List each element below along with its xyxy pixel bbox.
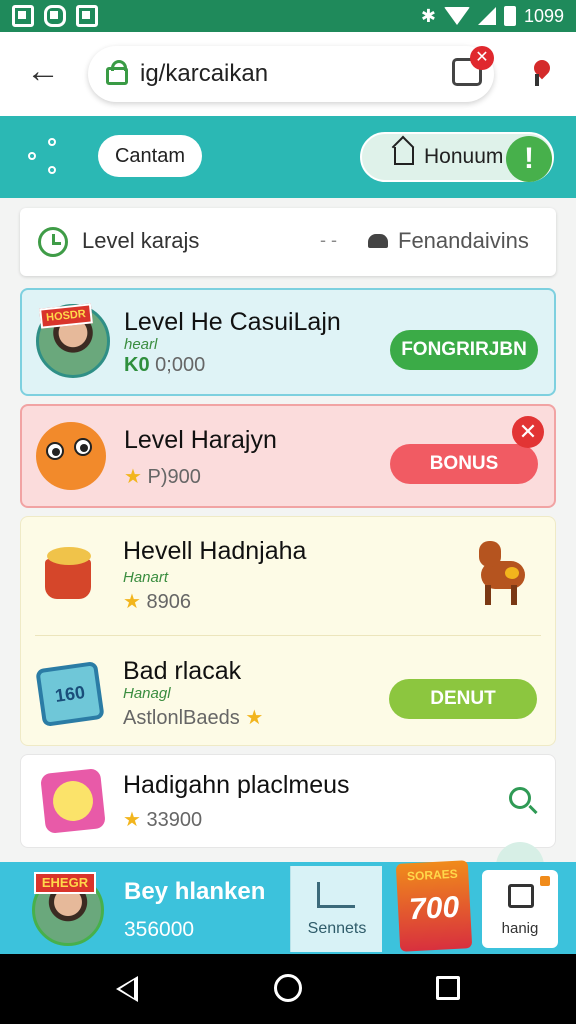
bonus-button[interactable]: BONUS [390,444,538,484]
scores-value: 700 [408,890,460,927]
mascot-icon [36,422,106,490]
close-icon[interactable]: ✕ [512,416,544,448]
status-bar: ✱ 1099 [0,0,576,32]
tablet-icon: 160 [35,660,105,728]
list-item[interactable]: HOSDR Level He CasuiLajn hearl K0 0;000 … [20,288,556,396]
list-item[interactable]: Level Harajyn ★ P)900 BONUS ✕ [20,404,556,508]
forward-button[interactable]: FONGRIRJBN [390,330,538,370]
tabs-badge: ✕ [470,46,494,70]
card-value: ★ 33900 [123,809,203,831]
address-bar[interactable]: ig/karcaikan [88,46,494,102]
card-title: Level Harajyn [124,426,277,454]
search-icon[interactable] [509,787,531,809]
notification-icon [12,5,34,27]
nav-home-icon[interactable] [274,974,302,1002]
url-text: ig/karcaikan [140,60,269,87]
bottom-bar: EHEGR Bey hlanken 356000 Sennets SORAES … [0,860,576,954]
card-subtitle: hearl [124,336,158,353]
star-icon: ★ [123,809,141,831]
divider [35,635,541,636]
nav-recents-icon[interactable] [436,976,460,1000]
level-label: Level karajs [82,228,200,253]
browser-toolbar: ← ig/karcaikan [0,32,576,116]
services-tab[interactable]: Sennets [290,866,382,952]
card-value: ★ P)900 [124,466,201,488]
services-label: Sennets [307,920,367,937]
star-icon: ★ [124,466,142,488]
shopping-bag-icon [508,884,534,908]
card-value: AstlonlBaeds ★ [123,707,264,729]
user-badge: EHEGR [34,872,96,894]
scores-label: SORAES [406,866,459,884]
card-value: K0 0;000 [124,354,206,376]
separator: - - [320,230,337,250]
card-subtitle: Hanagl [123,685,171,702]
denut-button[interactable]: DENUT [389,679,537,719]
star-icon: ★ [123,591,141,613]
lock-icon [106,60,128,85]
card-value: ★ 8906 [123,591,191,613]
card-title: Hadigahn placlmeus [123,771,350,799]
fan-icon [368,234,388,248]
home-label: Honuum [424,145,504,168]
chart-icon [317,882,355,908]
cantam-button[interactable]: Cantam [98,135,202,177]
notification-dot [540,876,550,886]
notification-icon [76,5,98,27]
nav-back-icon[interactable] [116,976,138,1002]
user-points: 356000 [124,918,195,941]
user-name: Bey hlanken [124,878,266,905]
character-icon [40,768,106,834]
bluetooth-icon: ✱ [420,5,436,26]
level-bar[interactable]: Level karajs - - Fenandaivins [20,208,556,276]
clock-icon [38,227,68,257]
alert-icon[interactable]: ! [506,136,552,182]
battery-icon [503,6,516,26]
share-icon[interactable] [28,136,62,176]
list-item-group: Hevell Hadnjaha Hanart ★ 8906 160 Bad rl… [20,516,556,746]
pin-icon[interactable] [528,56,554,86]
shop-tab[interactable]: hanig [482,870,558,948]
clock-time: 1099 [523,5,564,26]
back-arrow-icon[interactable]: ← [26,54,60,88]
basket-icon [39,541,99,603]
shop-label: hanig [501,920,539,937]
scores-tab[interactable]: SORAES 700 [395,860,473,952]
system-nav-bar [0,954,576,1024]
home-icon [394,147,414,165]
level-right-label: Fenandaivins [398,228,529,253]
card-title: Level He CasuiLajn [124,308,341,336]
wifi-icon [443,7,470,25]
card-title: Bad rlacak [123,657,242,685]
star-icon: ★ [245,707,264,729]
card-title: Hevell Hadnjaha [123,537,307,565]
signal-icon [477,7,496,25]
card-subtitle: Hanart [123,569,169,586]
list-item[interactable]: Hadigahn placlmeus ★ 33900 [20,754,556,848]
notification-icon [44,5,66,27]
horse-icon [471,539,531,607]
